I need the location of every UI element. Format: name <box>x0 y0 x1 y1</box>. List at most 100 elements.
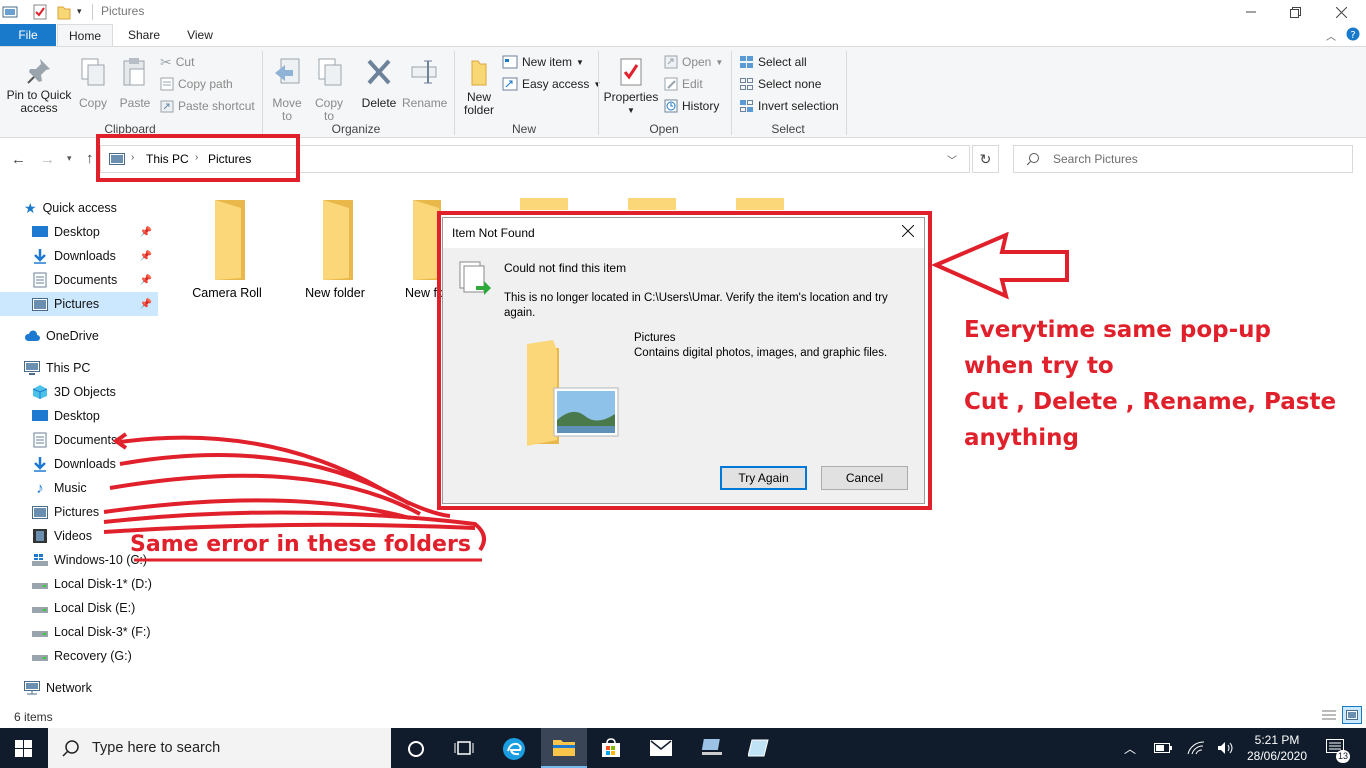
sidebar-item-this-pc[interactable]: This PC <box>0 356 158 380</box>
pin-icon[interactable]: 📌 <box>140 251 152 262</box>
pin-quick-access-button[interactable]: Pin to Quick access <box>4 53 74 115</box>
mail-icon[interactable] <box>650 740 672 756</box>
taskbar-search-box[interactable]: Type here to search <box>48 728 391 768</box>
select-all-label: Select all <box>758 55 807 69</box>
cancel-button[interactable]: Cancel <box>821 466 908 490</box>
properties-qat-icon[interactable] <box>33 4 47 20</box>
explorer-icon[interactable] <box>2 5 18 19</box>
tab-file[interactable]: File <box>0 24 56 46</box>
dialog-close-icon[interactable] <box>902 225 914 237</box>
show-hidden-icons[interactable]: ︿ <box>1124 728 1136 768</box>
sidebar-item-pictures-quick[interactable]: Pictures 📌 <box>0 292 158 316</box>
copy-to-label: Copy to <box>314 96 343 123</box>
easy-access-button[interactable]: Easy access▼ <box>502 74 601 94</box>
paste-button[interactable]: Paste <box>118 53 152 110</box>
help-icon[interactable]: ? <box>1346 27 1360 41</box>
sidebar-item-3d-objects[interactable]: 3D Objects <box>0 380 158 404</box>
star-icon: ★ <box>24 199 37 216</box>
recent-locations-icon[interactable]: ▾ <box>67 153 72 164</box>
search-box[interactable]: Search Pictures <box>1013 145 1353 173</box>
microsoft-store-icon[interactable] <box>600 738 622 758</box>
back-arrow-icon[interactable]: ← <box>11 151 26 168</box>
move-to-button[interactable]: Move to <box>270 53 304 123</box>
pin-icon[interactable]: 📌 <box>140 227 152 238</box>
taskbar-search-placeholder: Type here to search <box>92 740 221 756</box>
edge-browser-icon[interactable] <box>502 737 526 761</box>
cut-label: Cut <box>175 55 195 69</box>
sidebar-item-drive-f[interactable]: Local Disk-3* (F:) <box>0 620 158 644</box>
clock-date: 28/06/2020 <box>1246 749 1308 763</box>
pc-settings-icon[interactable] <box>700 738 724 758</box>
delete-button[interactable]: Delete <box>360 53 398 110</box>
notification-count-badge: 13 <box>1336 750 1350 763</box>
pin-icon <box>26 57 52 85</box>
minimize-button[interactable] <box>1228 0 1274 24</box>
open-button[interactable]: Open ▼ <box>664 52 723 72</box>
tab-home[interactable]: Home <box>57 24 113 46</box>
copy-path-button[interactable]: Copy path <box>160 74 233 94</box>
folder-item[interactable]: New folder <box>285 198 385 300</box>
cut-button[interactable]: ✂ Cut <box>160 52 194 72</box>
details-view-icon[interactable] <box>1321 708 1337 722</box>
paste-shortcut-button[interactable]: Paste shortcut <box>160 96 255 116</box>
sidebar-item-downloads-quick[interactable]: Downloads 📌 <box>0 244 158 268</box>
edit-button[interactable]: Edit <box>664 74 703 94</box>
new-item-icon <box>502 55 518 69</box>
search-icon <box>1026 152 1040 166</box>
copy-path-label: Copy path <box>178 77 233 91</box>
folder-icon[interactable] <box>628 198 676 210</box>
collapse-ribbon-icon[interactable]: ︿ <box>1326 28 1336 43</box>
dropdown-arrow-icon: ▼ <box>715 57 724 67</box>
ribbon-separator <box>598 51 599 135</box>
folder-item[interactable]: Camera Roll <box>177 198 277 300</box>
tab-view[interactable]: View <box>176 24 224 46</box>
sidebar-item-drive-g[interactable]: Recovery (G:) <box>0 644 158 668</box>
new-folder-qat-icon[interactable] <box>57 4 71 20</box>
forward-arrow-icon[interactable]: → <box>40 151 55 168</box>
task-view-icon[interactable] <box>454 740 474 757</box>
cortana-icon[interactable] <box>407 740 425 758</box>
sidebar-item-desktop-quick[interactable]: Desktop 📌 <box>0 220 158 244</box>
copy-to-button[interactable]: Copy to <box>312 53 346 123</box>
new-folder-button[interactable]: New folder <box>460 53 498 117</box>
volume-icon[interactable] <box>1217 728 1235 768</box>
try-again-button[interactable]: Try Again <box>720 466 807 490</box>
windows-start-icon[interactable] <box>15 740 32 757</box>
properties-button[interactable]: Properties ▼ <box>603 53 659 117</box>
select-all-button[interactable]: Select all <box>739 52 807 72</box>
battery-icon[interactable] <box>1154 728 1172 768</box>
maximize-button[interactable] <box>1272 0 1318 24</box>
sidebar-label: Music <box>54 481 87 495</box>
new-item-button[interactable]: New item ▼ <box>502 52 584 72</box>
wifi-icon[interactable] <box>1187 728 1205 768</box>
sidebar-item-drive-d[interactable]: Local Disk-1* (D:) <box>0 572 158 596</box>
notepad-icon[interactable] <box>748 738 770 758</box>
pictures-icon <box>32 297 48 311</box>
clock[interactable]: 5:21 PM 28/06/2020 <box>1246 728 1308 768</box>
select-none-button[interactable]: Select none <box>739 74 821 94</box>
tab-share[interactable]: Share <box>120 24 168 46</box>
up-arrow-icon[interactable]: ↑ <box>86 150 94 167</box>
item-name: Pictures <box>634 332 676 344</box>
file-explorer-taskbar-button[interactable] <box>541 728 587 768</box>
folder-icon[interactable] <box>736 198 784 210</box>
sidebar-item-drive-e[interactable]: Local Disk (E:) <box>0 596 158 620</box>
folder-icon[interactable] <box>520 198 568 210</box>
qat-customize-icon[interactable]: ▾ <box>77 6 82 17</box>
copy-button[interactable]: Copy <box>76 53 110 110</box>
close-button[interactable] <box>1318 0 1364 24</box>
sidebar-item-onedrive[interactable]: OneDrive <box>0 324 158 348</box>
sidebar-item-network[interactable]: Network <box>0 676 158 700</box>
large-icons-view-icon[interactable] <box>1342 706 1362 724</box>
history-button[interactable]: History <box>664 96 719 116</box>
pin-icon[interactable]: 📌 <box>140 299 152 310</box>
sidebar-item-documents-quick[interactable]: Documents 📌 <box>0 268 158 292</box>
rename-button[interactable]: Rename <box>402 53 447 110</box>
address-dropdown-icon[interactable]: ﹀ <box>947 152 957 167</box>
sidebar-item-quick-access[interactable]: ★ Quick access <box>0 196 158 220</box>
sidebar-label: Pictures <box>54 297 100 311</box>
folder-name: New fo <box>405 286 444 300</box>
pin-icon[interactable]: 📌 <box>140 275 152 286</box>
refresh-icon[interactable]: ↻ <box>972 145 999 173</box>
invert-selection-button[interactable]: Invert selection <box>739 96 839 116</box>
